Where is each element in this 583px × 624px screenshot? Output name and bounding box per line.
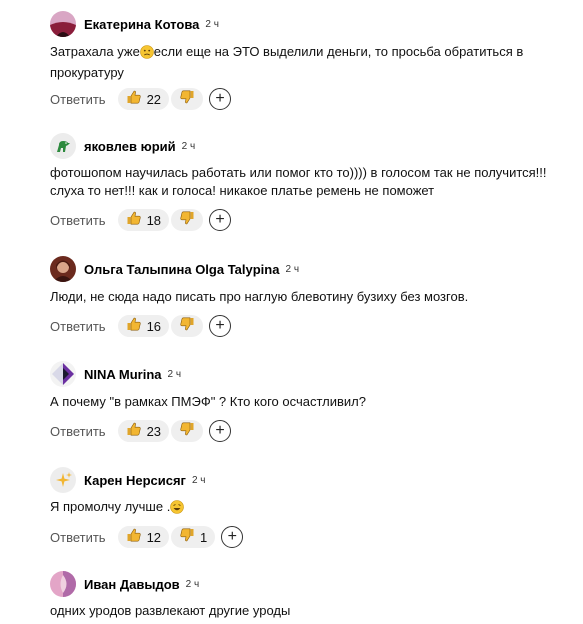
comment-text: А почему "в рамках ПМЭФ" ? Кто кого осча…: [50, 394, 366, 409]
comment-actions: Ответить 18 +: [50, 208, 232, 232]
add-reaction-button[interactable]: +: [209, 88, 232, 110]
comment-header: Екатерина Котова 2 ч: [50, 11, 219, 37]
comment-header: Иван Давыдов 2 ч: [50, 571, 199, 597]
comment-header: NINA Murina 2 ч: [50, 361, 181, 387]
comment-time: 2 ч: [205, 18, 219, 30]
avatar[interactable]: [50, 361, 76, 387]
dislike-button[interactable]: [171, 420, 204, 442]
comment-time: 2 ч: [167, 368, 182, 380]
reply-button[interactable]: Ответить: [50, 92, 106, 107]
reply-button[interactable]: Ответить: [50, 530, 106, 545]
comment-actions: Ответить 16 +: [50, 314, 232, 338]
comment-text: фотошопом научилась работать или помог к…: [50, 165, 547, 198]
reply-button[interactable]: Ответить: [50, 319, 106, 334]
thumbs-up-icon: [126, 210, 142, 231]
thumbs-up-icon: [126, 316, 142, 337]
like-count: 18: [146, 212, 162, 228]
comment-header: яковлев юрий 2 ч: [50, 133, 195, 159]
thumbs-down-icon: [179, 316, 195, 337]
comment-author[interactable]: яковлев юрий: [84, 139, 176, 154]
comment-text: одних уродов развлекают другие уроды: [50, 603, 291, 618]
thumbs-up-icon: [126, 421, 142, 442]
laughing-face-icon: [170, 500, 185, 519]
add-reaction-button[interactable]: +: [209, 420, 232, 442]
like-button[interactable]: 22: [117, 88, 170, 110]
thumbs-down-icon: [179, 210, 195, 231]
comment-time: 2 ч: [285, 263, 300, 275]
comment-author[interactable]: Екатерина Котова: [84, 17, 199, 32]
like-count: 16: [146, 318, 162, 334]
comment-author[interactable]: Карен Нерсисяг: [84, 473, 186, 488]
avatar[interactable]: [50, 133, 76, 159]
like-count: 23: [146, 423, 162, 439]
thumbs-down-icon: [179, 421, 195, 442]
avatar[interactable]: [50, 256, 76, 282]
add-reaction-button[interactable]: +: [209, 209, 232, 231]
comment-header: Карен Нерсисяг 2 ч: [50, 467, 206, 493]
thumbs-up-icon: [126, 527, 142, 548]
like-button[interactable]: 23: [117, 420, 170, 442]
add-reaction-button[interactable]: +: [221, 526, 244, 548]
comment-time: 2 ч: [181, 140, 196, 152]
comment-author[interactable]: Иван Давыдов: [84, 577, 180, 592]
comment-author[interactable]: NINA Murina: [84, 367, 162, 382]
comment-text: Я промолчу лучше .: [50, 498, 550, 519]
dislike-button[interactable]: 1: [171, 526, 216, 548]
comment-text: Затрахала уже если еще на ЭТО выделили де…: [50, 44, 524, 80]
like-count: 22: [146, 91, 162, 107]
avatar[interactable]: [50, 571, 76, 597]
comment-actions: Ответить 23 +: [50, 419, 232, 443]
like-button[interactable]: 12: [117, 526, 170, 548]
thumbs-down-icon: [179, 89, 195, 110]
comment-text: Люди, не сюда надо писать про наглую бле…: [50, 289, 469, 304]
comment-time: 2 ч: [191, 474, 206, 486]
comment-header: Ольга Талыпина Olga Talypina 2 ч: [50, 256, 299, 282]
dislike-button[interactable]: [171, 315, 204, 337]
dislike-button[interactable]: [171, 209, 204, 231]
like-button[interactable]: 18: [117, 209, 170, 231]
dislike-button[interactable]: [171, 88, 204, 110]
thumbs-down-icon: [179, 527, 195, 548]
avatar[interactable]: [50, 467, 76, 493]
reply-button[interactable]: Ответить: [50, 424, 106, 439]
dislike-count: 1: [200, 529, 208, 545]
comment-actions: Ответить 12 1 +: [50, 525, 244, 549]
add-reaction-button[interactable]: +: [209, 315, 232, 337]
like-button[interactable]: 16: [117, 315, 170, 337]
comment-author[interactable]: Ольга Талыпина Olga Talypina: [84, 262, 279, 277]
like-count: 12: [146, 529, 162, 545]
thumbs-up-icon: [126, 89, 142, 110]
confused-face-icon: [139, 45, 154, 64]
comment-actions: Ответить 22 +: [50, 87, 232, 111]
avatar[interactable]: [50, 11, 76, 37]
reply-button[interactable]: Ответить: [50, 213, 106, 228]
comment-time: 2 ч: [185, 578, 200, 590]
